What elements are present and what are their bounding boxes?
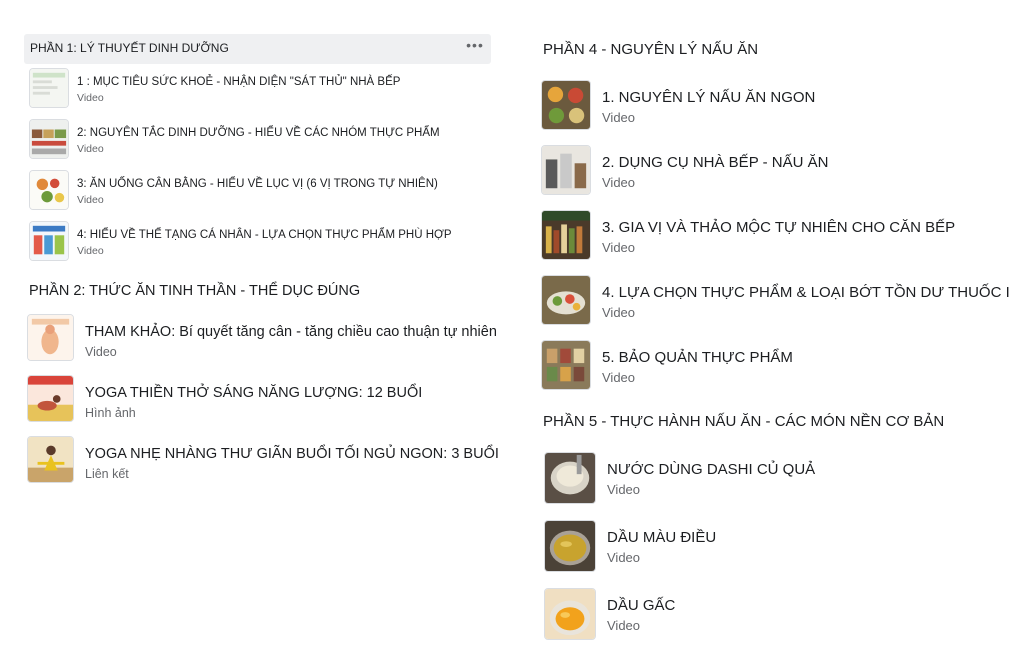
list-item[interactable]: THAM KHẢO: Bí quyết tăng cân - tăng chiề… [27, 314, 507, 362]
video-thumbnail [29, 119, 69, 159]
video-thumbnail [541, 340, 591, 390]
video-thumbnail [544, 520, 596, 572]
list-item[interactable]: NƯỚC DÙNG DASHI CỦ QUẢ Video [544, 452, 1024, 504]
item-title: 1. NGUYÊN LÝ NẤU ĂN NGON [602, 89, 816, 106]
item-type: Video [77, 92, 104, 104]
section-4-title: PHẦN 4 - NGUYÊN LÝ NẤU ĂN [543, 41, 759, 58]
list-item[interactable]: 4. LỰA CHỌN THỰC PHẨM & LOẠI BỚT TỒN DƯ … [541, 275, 1024, 327]
section-1-title: PHẦN 1: LÝ THUYẾT DINH DƯỠNG [30, 41, 229, 55]
list-item[interactable]: YOGA NHẸ NHÀNG THƯ GIÃN BUỔI TỐI NGỦ NGO… [27, 436, 507, 484]
video-thumbnail [544, 452, 596, 504]
item-title: 1 : MỤC TIÊU SỨC KHOẺ - NHẬN DIỆN "SÁT T… [77, 76, 401, 88]
item-title: NƯỚC DÙNG DASHI CỦ QUẢ [607, 461, 816, 478]
video-thumbnail [29, 221, 69, 261]
video-thumbnail [29, 170, 69, 210]
list-item[interactable]: 1 : MỤC TIÊU SỨC KHOẺ - NHẬN DIỆN "SÁT T… [29, 68, 499, 110]
item-type: Video [607, 618, 641, 633]
section-5-title: PHẦN 5 - THỰC HÀNH NẤU ĂN - CÁC MÓN NỀN … [543, 413, 945, 430]
item-type: Video [602, 370, 636, 385]
item-title: DẦU MÀU ĐIỀU [607, 529, 717, 546]
item-title: 4. LỰA CHỌN THỰC PHẨM & LOẠI BỚT TỒN DƯ … [602, 284, 1010, 301]
list-item[interactable]: 3. GIA VỊ VÀ THẢO MỘC TỰ NHIÊN CHO CĂN B… [541, 210, 1024, 262]
item-type: Video [77, 143, 104, 155]
item-type: Video [77, 245, 104, 257]
video-thumbnail [27, 314, 74, 361]
section-1-header[interactable]: PHẦN 1: LÝ THUYẾT DINH DƯỠNG ••• [24, 34, 491, 64]
item-type: Video [607, 550, 641, 565]
video-thumbnail [29, 68, 69, 108]
item-title: 4: HIỂU VỀ THỂ TẠNG CÁ NHÂN - LỰA CHỌN T… [77, 229, 452, 241]
item-title: THAM KHẢO: Bí quyết tăng cân - tăng chiề… [85, 324, 497, 340]
more-horizontal-icon[interactable]: ••• [465, 38, 485, 58]
image-thumbnail [27, 375, 74, 422]
section-2-title: PHẦN 2: THỨC ĂN TINH THẦN - THỂ DỤC ĐÚNG [29, 283, 361, 299]
item-title: 2. DỤNG CỤ NHÀ BẾP - NẤU ĂN [602, 154, 829, 171]
list-item[interactable]: DẦU MÀU ĐIỀU Video [544, 520, 1024, 572]
item-title: YOGA NHẸ NHÀNG THƯ GIÃN BUỔI TỐI NGỦ NGO… [85, 446, 499, 462]
list-item[interactable]: 3: ĂN UỐNG CÂN BẰNG - HIỂU VỀ LỤC VỊ (6 … [29, 170, 499, 212]
link-thumbnail [27, 436, 74, 483]
video-thumbnail [541, 275, 591, 325]
video-thumbnail [541, 145, 591, 195]
item-type: Video [85, 345, 117, 359]
item-title: 3. GIA VỊ VÀ THẢO MỘC TỰ NHIÊN CHO CĂN B… [602, 219, 956, 236]
item-type: Video [602, 110, 636, 125]
list-item[interactable]: 2. DỤNG CỤ NHÀ BẾP - NẤU ĂN Video [541, 145, 1024, 197]
item-type: Video [602, 305, 636, 320]
item-type: Video [602, 240, 636, 255]
list-item[interactable]: 4: HIỂU VỀ THỂ TẠNG CÁ NHÂN - LỰA CHỌN T… [29, 221, 499, 263]
list-item[interactable]: 2: NGUYÊN TẮC DINH DƯỠNG - HIỂU VỀ CÁC N… [29, 119, 499, 161]
item-type: Video [602, 175, 636, 190]
item-title: DẦU GẤC [607, 597, 676, 614]
list-item[interactable]: YOGA THIỀN THỞ SÁNG NĂNG LƯỢNG: 12 BUỔI … [27, 375, 507, 423]
list-item[interactable]: DẦU GẤC Video [544, 588, 1024, 640]
video-thumbnail [544, 588, 596, 640]
item-type: Liên kết [85, 467, 129, 481]
list-item[interactable]: 1. NGUYÊN LÝ NẤU ĂN NGON Video [541, 80, 1024, 132]
video-thumbnail [541, 80, 591, 130]
list-item[interactable]: 5. BẢO QUẢN THỰC PHẨM Video [541, 340, 1024, 392]
item-title: 5. BẢO QUẢN THỰC PHẨM [602, 349, 793, 366]
item-type: Video [607, 482, 641, 497]
item-title: 2: NGUYÊN TẮC DINH DƯỠNG - HIỂU VỀ CÁC N… [77, 127, 440, 139]
item-type: Hình ảnh [85, 406, 136, 420]
video-thumbnail [541, 210, 591, 260]
item-title: 3: ĂN UỐNG CÂN BẰNG - HIỂU VỀ LỤC VỊ (6 … [77, 178, 438, 190]
item-type: Video [77, 194, 104, 206]
item-title: YOGA THIỀN THỞ SÁNG NĂNG LƯỢNG: 12 BUỔI [85, 385, 423, 401]
